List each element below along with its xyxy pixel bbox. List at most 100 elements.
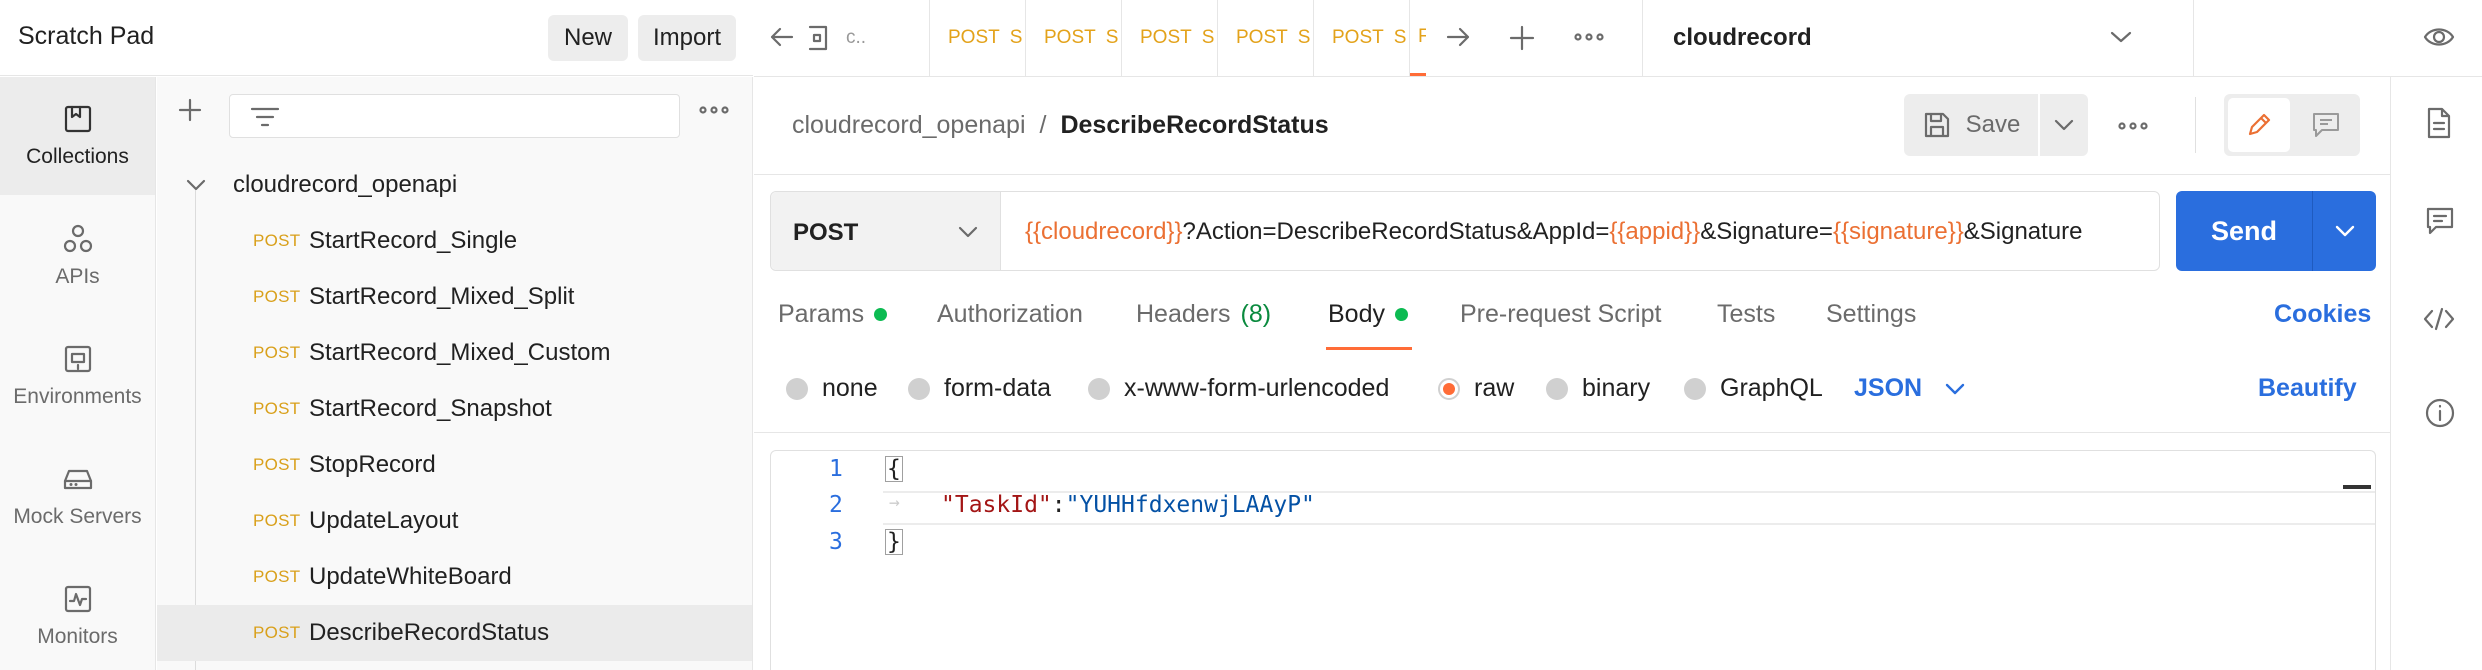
- url-text: &Signature=: [1700, 218, 1833, 245]
- request-title[interactable]: DescribeRecordStatus: [1060, 111, 1328, 140]
- collections-sidebar: cloudrecord_openapi POST StartRecord_Sing…: [157, 77, 753, 670]
- send-button[interactable]: Send: [2176, 191, 2312, 271]
- request-tab-active[interactable]: F: [1410, 0, 1426, 76]
- request-more-button[interactable]: [2118, 121, 2148, 131]
- request-tab-unsaved[interactable]: POST S: [1314, 0, 1410, 76]
- sidebar-more-button[interactable]: [699, 105, 729, 115]
- url-variable: {{cloudrecord}}: [1025, 218, 1183, 245]
- documentation-button[interactable]: [2424, 106, 2454, 140]
- environment-quick-look-button[interactable]: [2422, 22, 2456, 52]
- send-options-button[interactable]: [2313, 191, 2376, 271]
- rail-mock-servers[interactable]: Mock Servers: [0, 437, 155, 555]
- request-item[interactable]: POST UpdateWhiteBoard: [157, 549, 752, 605]
- status-dot: [1394, 308, 1408, 321]
- request-item[interactable]: POST StartRecord_Mixed_Split: [157, 269, 752, 325]
- import-button[interactable]: Import: [638, 15, 736, 61]
- tab-body[interactable]: Body: [1328, 300, 1408, 329]
- collection-tab-icon: [808, 25, 828, 51]
- radio-circle: [908, 377, 930, 400]
- tabs-scroll-left-button[interactable]: [768, 24, 796, 50]
- environment-selector[interactable]: cloudrecord: [1643, 0, 2193, 76]
- radio-none[interactable]: none: [786, 374, 878, 403]
- request-tab[interactable]: POST S: [1026, 0, 1122, 76]
- cookies-link[interactable]: Cookies: [2274, 300, 2371, 329]
- comment-mode-button[interactable]: [2296, 98, 2356, 152]
- plus-icon: [1509, 25, 1535, 51]
- method-tag: POST: [253, 511, 301, 530]
- request-name: DescribeRecordStatus: [309, 619, 550, 646]
- rail-monitors[interactable]: Monitors: [0, 557, 155, 670]
- tab-method: POST: [1236, 27, 1288, 48]
- url-input[interactable]: {{cloudrecord}}?Action=DescribeRecordSta…: [1025, 218, 2149, 246]
- new-tab-button[interactable]: [1508, 24, 1536, 52]
- tab-name: S: [1201, 27, 1215, 48]
- more-icon: [699, 106, 729, 114]
- tabs-scroll-right-button[interactable]: [1444, 24, 1472, 50]
- active-tab-indicator: [1326, 347, 1412, 350]
- radio-label: raw: [1474, 374, 1515, 402]
- more-icon: [2118, 122, 2148, 130]
- comments-button[interactable]: [2424, 205, 2456, 237]
- radio-raw[interactable]: raw: [1438, 374, 1514, 403]
- url-variable: {{appid}}: [1609, 218, 1701, 245]
- tab-tests[interactable]: Tests: [1717, 300, 1775, 329]
- request-name: StartRecord_Snapshot: [309, 395, 552, 422]
- rail-environments[interactable]: Environments: [0, 317, 155, 435]
- radio-graphql[interactable]: GraphQL: [1684, 374, 1823, 403]
- tab-authorization[interactable]: Authorization: [937, 300, 1083, 329]
- request-tab[interactable]: POST S: [1218, 0, 1314, 76]
- radio-label: none: [822, 374, 878, 402]
- request-tab[interactable]: POST S: [930, 0, 1026, 76]
- radio-form-data[interactable]: form-data: [908, 374, 1051, 403]
- rail-collections[interactable]: Collections: [0, 77, 155, 195]
- save-options-button[interactable]: [2040, 94, 2088, 156]
- radio-label: form-data: [944, 374, 1051, 402]
- filter-icon: [250, 107, 280, 127]
- indent-arrow-icon: →: [889, 492, 900, 513]
- json-key: "TaskId": [941, 492, 1052, 518]
- request-item-selected[interactable]: POST DescribeRecordStatus: [157, 605, 752, 661]
- tab-prerequest-script[interactable]: Pre-request Script: [1460, 300, 1661, 329]
- tabs-more-button[interactable]: [1574, 32, 1604, 42]
- beautify-link[interactable]: Beautify: [2258, 374, 2357, 403]
- tab-label: Headers: [1136, 300, 1231, 328]
- method-value: POST: [793, 219, 859, 246]
- breadcrumb-collection[interactable]: cloudrecord_openapi: [792, 111, 1026, 140]
- code-snippet-button[interactable]: [2422, 306, 2456, 332]
- radio-urlencoded[interactable]: x-www-form-urlencoded: [1088, 374, 1389, 403]
- request-name: UpdateWhiteBoard: [309, 563, 512, 590]
- filter-input[interactable]: [229, 94, 680, 138]
- request-tab[interactable]: POST S: [1122, 0, 1218, 76]
- tab-method: F: [1418, 26, 1426, 48]
- body-editor[interactable]: 1 2 3 { → "TaskId":"YUHHfdxenwjLAAyP" }: [770, 450, 2376, 670]
- request-item[interactable]: POST UpdateLayout: [157, 493, 752, 549]
- save-button[interactable]: Save: [1904, 94, 2038, 156]
- line-number: 3: [829, 529, 843, 555]
- json-colon: :: [1051, 492, 1066, 518]
- tab-params[interactable]: Params: [778, 300, 888, 329]
- rail-apis[interactable]: APIs: [0, 197, 155, 315]
- tab-name: S: [1393, 27, 1407, 48]
- info-button[interactable]: [2424, 397, 2456, 429]
- edit-mode-button[interactable]: [2228, 98, 2290, 152]
- new-button[interactable]: New: [548, 15, 628, 61]
- rail-label: APIs: [55, 265, 100, 288]
- tab-collection[interactable]: c..: [804, 0, 930, 76]
- tab-headers[interactable]: Headers (8): [1136, 300, 1271, 329]
- info-icon: [2425, 398, 2455, 428]
- request-item[interactable]: POST StartRecord_Snapshot: [157, 381, 752, 437]
- request-item[interactable]: POST StartRecord_Single: [157, 213, 752, 269]
- tab-settings[interactable]: Settings: [1826, 300, 1916, 329]
- tab-label: Authorization: [937, 300, 1083, 328]
- request-item[interactable]: POST StopRecord: [157, 437, 752, 493]
- radio-binary[interactable]: binary: [1546, 374, 1650, 403]
- format-select[interactable]: JSON: [1854, 374, 1966, 403]
- method-select[interactable]: POST: [771, 192, 1001, 270]
- code-icon: [2423, 307, 2455, 331]
- add-collection-button[interactable]: [177, 97, 203, 123]
- breadcrumb: cloudrecord_openapi / DescribeRecordStat…: [792, 111, 1329, 140]
- collection-name: cloudrecord_openapi: [233, 171, 458, 198]
- collection-row[interactable]: cloudrecord_openapi: [157, 157, 752, 213]
- request-item[interactable]: POST StartRecord_Mixed_Custom: [157, 325, 752, 381]
- tab-label: Params: [778, 300, 865, 328]
